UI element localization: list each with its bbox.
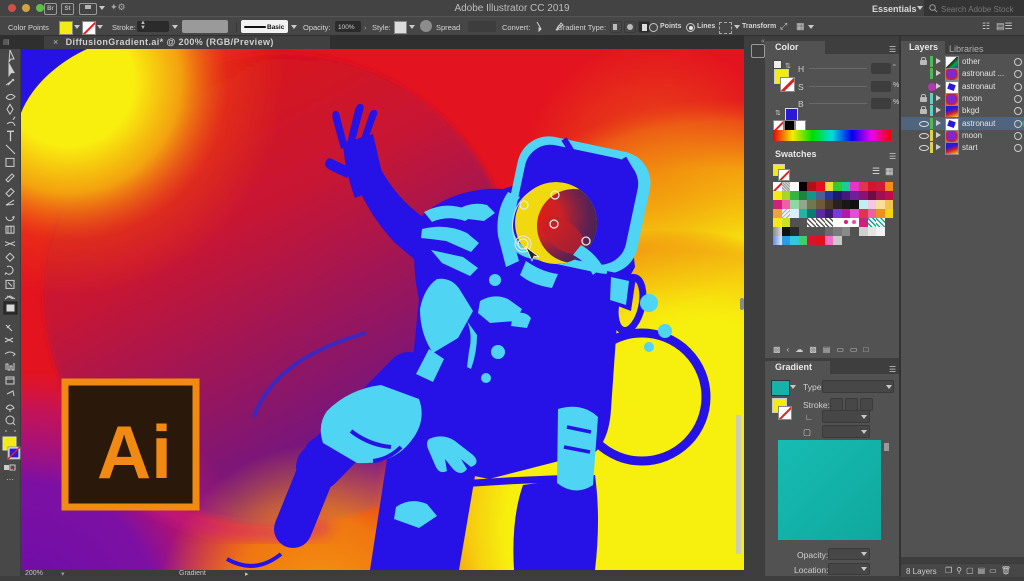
svg-text:Ai: Ai <box>97 410 172 494</box>
svg-text:⋯: ⋯ <box>6 475 14 484</box>
